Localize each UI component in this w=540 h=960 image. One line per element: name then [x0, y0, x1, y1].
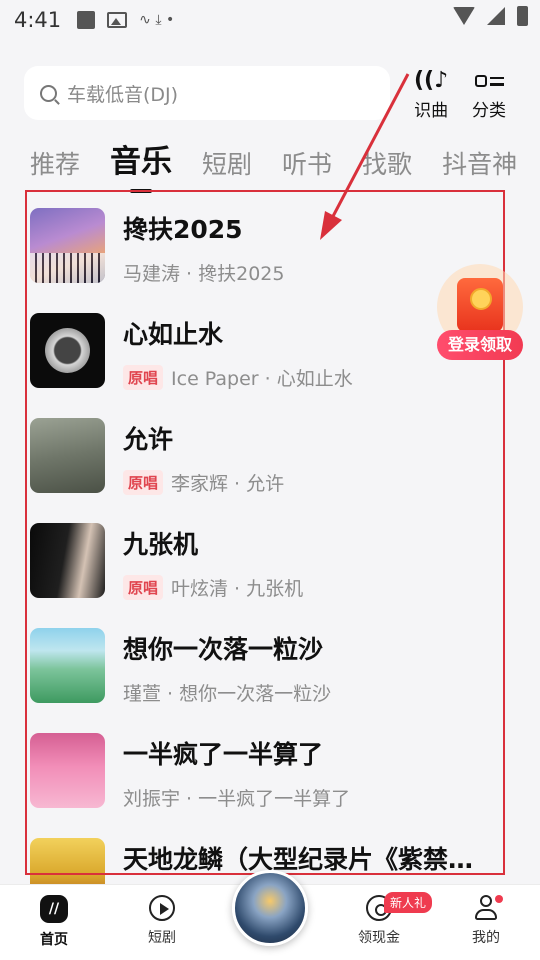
recognize-song-button[interactable]: ((♪ 识曲 [414, 68, 448, 121]
tab-douyin-hits[interactable]: 抖音神 [442, 145, 517, 181]
original-badge: 原唱 [123, 575, 164, 600]
nav-short-drama-label: 短剧 [148, 930, 176, 946]
song-title: 天地龙鳞（大型纪录片《紫禁… [123, 845, 474, 874]
nav-short-drama[interactable]: 短剧 [127, 895, 197, 947]
song-cover [30, 838, 105, 884]
music-recognize-icon: ((♪ [414, 68, 449, 93]
play-circle-icon [149, 895, 175, 921]
nav-cash-label: 领现金 [358, 930, 400, 946]
song-title: 想你一次落一粒沙 [123, 635, 324, 664]
song-subtitle: 李家辉 · 允许 [171, 473, 285, 495]
song-cover [30, 733, 105, 808]
category-button[interactable]: 分类 [472, 68, 506, 121]
song-item[interactable]: 允许 原唱 李家辉 · 允许 [30, 418, 500, 523]
song-subtitle: 刘振宇 · 一半疯了一半算了 [123, 788, 351, 810]
song-title: 允许 [123, 425, 174, 454]
notification-dot [495, 895, 503, 903]
cellular-signal-icon [487, 7, 505, 25]
song-subtitle: 叶炫清 · 九张机 [171, 578, 304, 600]
content-tabs: 推荐 音乐 短剧 听书 找歌 抖音神 [30, 136, 517, 193]
song-item[interactable]: 心如止水 原唱 Ice Paper · 心如止水 [30, 313, 500, 418]
search-row: 车载低音(DJ) ((♪ 识曲 分类 [24, 66, 524, 121]
original-badge: 原唱 [123, 470, 164, 495]
tab-music[interactable]: 音乐 [110, 136, 172, 193]
search-placeholder: 车载低音(DJ) [67, 83, 179, 106]
song-title: 九张机 [123, 530, 199, 559]
search-input[interactable]: 车载低音(DJ) [24, 66, 390, 120]
song-cover [30, 208, 105, 283]
tab-find-song[interactable]: 找歌 [362, 145, 412, 181]
status-system-icons [453, 6, 528, 26]
original-badge: 原唱 [123, 365, 164, 390]
song-subtitle: 瑾萱 · 想你一次落一粒沙 [123, 683, 332, 705]
song-cover [30, 523, 105, 598]
status-notification-icons: ∿ ⤓ • [77, 11, 174, 29]
nav-me[interactable]: 我的 [451, 895, 521, 947]
song-subtitle: Ice Paper · 心如止水 [171, 368, 353, 390]
nav-me-label: 我的 [472, 930, 500, 946]
nav-home[interactable]: // 首页 [19, 895, 89, 949]
song-title: 一半疯了一半算了 [123, 740, 324, 769]
status-extra-glyphs: ∿ ⤓ • [139, 12, 175, 28]
image-notification-icon [107, 12, 128, 28]
song-title: 心如止水 [123, 320, 224, 349]
song-cover [30, 313, 105, 388]
tab-audiobook[interactable]: 听书 [282, 145, 332, 181]
song-subtitle: 马建涛 · 搀扶2025 [123, 263, 285, 285]
search-icon [40, 84, 57, 102]
notification-square-icon [77, 11, 96, 29]
coin-icon [470, 288, 492, 310]
status-bar: 4:41 ∿ ⤓ • [0, 0, 540, 40]
newbie-gift-badge: 新人礼 [384, 892, 433, 913]
battery-icon [517, 6, 528, 26]
category-icon [474, 68, 504, 94]
login-reward-button[interactable]: 登录领取 [437, 264, 523, 364]
song-item[interactable]: 搀扶2025 马建涛 · 搀扶2025 [30, 208, 500, 313]
wifi-icon [453, 7, 475, 25]
recognize-song-label: 识曲 [414, 101, 449, 121]
nav-home-label: 首页 [40, 932, 68, 948]
song-list: 搀扶2025 马建涛 · 搀扶2025 心如止水 原唱 Ice Paper · … [30, 208, 500, 884]
song-item[interactable]: 想你一次落一粒沙 瑾萱 · 想你一次落一粒沙 [30, 628, 500, 733]
category-label: 分类 [472, 101, 506, 121]
tab-short-drama[interactable]: 短剧 [202, 145, 252, 181]
song-cover [30, 628, 105, 703]
reward-label: 登录领取 [437, 330, 523, 360]
song-item[interactable]: 一半疯了一半算了 刘振宇 · 一半疯了一半算了 [30, 733, 500, 838]
tab-recommend[interactable]: 推荐 [30, 145, 80, 181]
song-cover [30, 418, 105, 493]
home-icon: // [40, 895, 68, 923]
now-playing-disc[interactable] [232, 870, 308, 946]
status-time: 4:41 [14, 8, 62, 32]
song-item[interactable]: 九张机 原唱 叶炫清 · 九张机 [30, 523, 500, 628]
song-title: 搀扶2025 [123, 215, 243, 244]
